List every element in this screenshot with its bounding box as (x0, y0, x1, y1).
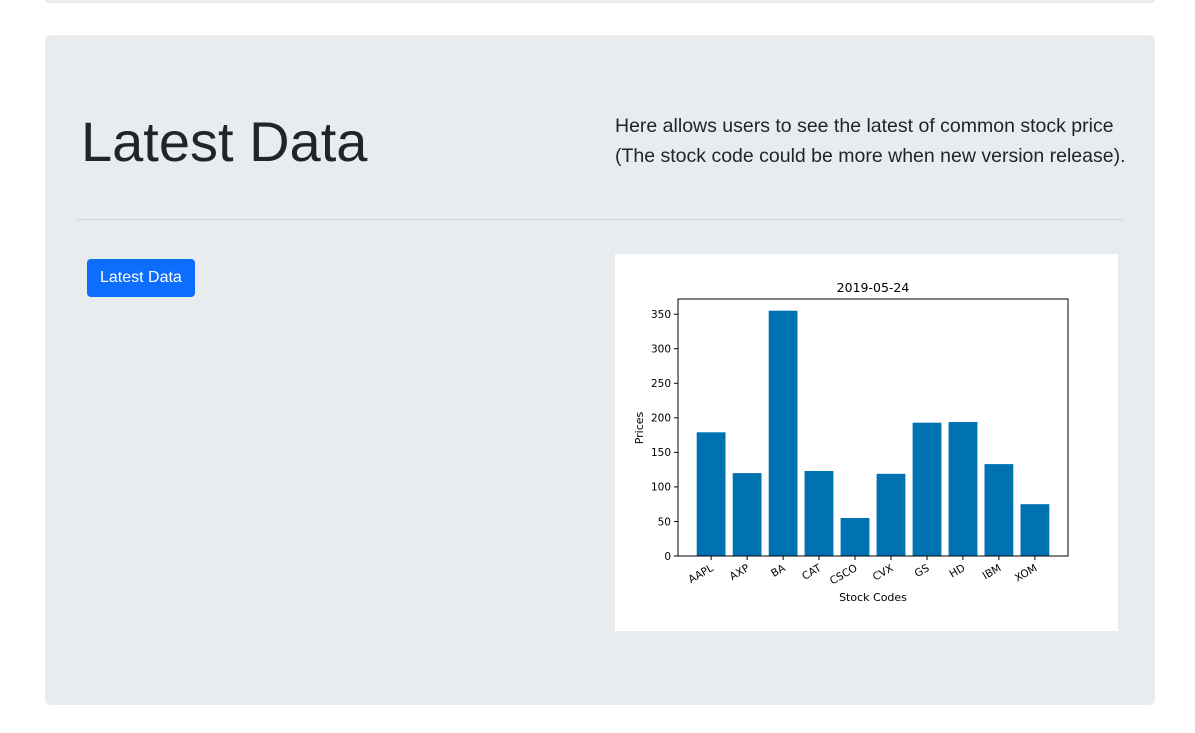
y-tick-label: 50 (658, 516, 671, 528)
y-tick-label: 0 (664, 551, 671, 563)
bar-aapl (696, 432, 726, 556)
bar-cvx (876, 473, 906, 556)
bar-gs (912, 422, 942, 556)
x-tick-label-aapl: AAPL (686, 562, 715, 586)
page-title: Latest Data (81, 110, 368, 173)
x-tick-label-axp: AXP (728, 562, 752, 583)
y-tick-label: 150 (651, 447, 671, 459)
divider (77, 219, 1123, 220)
bar-axp (732, 473, 762, 556)
x-tick-label-hd: HD (948, 562, 968, 580)
x-tick-label-cat: CAT (800, 562, 824, 583)
bar-xom (1020, 504, 1050, 556)
bar-csco (840, 518, 870, 556)
x-tick-label-gs: GS (913, 562, 932, 580)
x-tick-label-cvx: CVX (871, 562, 896, 583)
top-panel-edge (45, 0, 1155, 3)
stock-price-chart: 2019-05-24 Stock Codes Prices 0 50 100 150 2… (615, 254, 1118, 631)
x-axis-label: Stock Codes (839, 591, 907, 604)
chart-svg: 2019-05-24 Stock Codes Prices 0 50 100 150 2… (633, 280, 1069, 604)
bar-hd (948, 422, 978, 556)
x-tick-label-ibm: IBM (981, 562, 1004, 582)
bar-ba (768, 310, 798, 556)
y-tick-label: 250 (651, 378, 671, 390)
y-axis-label: Prices (633, 411, 646, 444)
y-tick-label: 200 (651, 413, 671, 425)
x-tick-label-xom: XOM (1013, 562, 1040, 584)
x-tick-label-ba: BA (769, 562, 788, 580)
jumbotron-panel: Latest Data Here allows users to see the… (45, 35, 1155, 705)
bar-cat (804, 471, 834, 556)
x-tick-label-csco: CSCO (828, 562, 860, 587)
bar-ibm (984, 464, 1014, 556)
y-tick-label: 100 (651, 482, 671, 494)
chart-title: 2019-05-24 (837, 280, 910, 295)
y-tick-label: 300 (651, 344, 671, 356)
latest-data-button[interactable]: Latest Data (87, 259, 195, 297)
y-tick-label: 350 (651, 309, 671, 321)
page-description: Here allows users to see the latest of c… (615, 115, 1126, 167)
